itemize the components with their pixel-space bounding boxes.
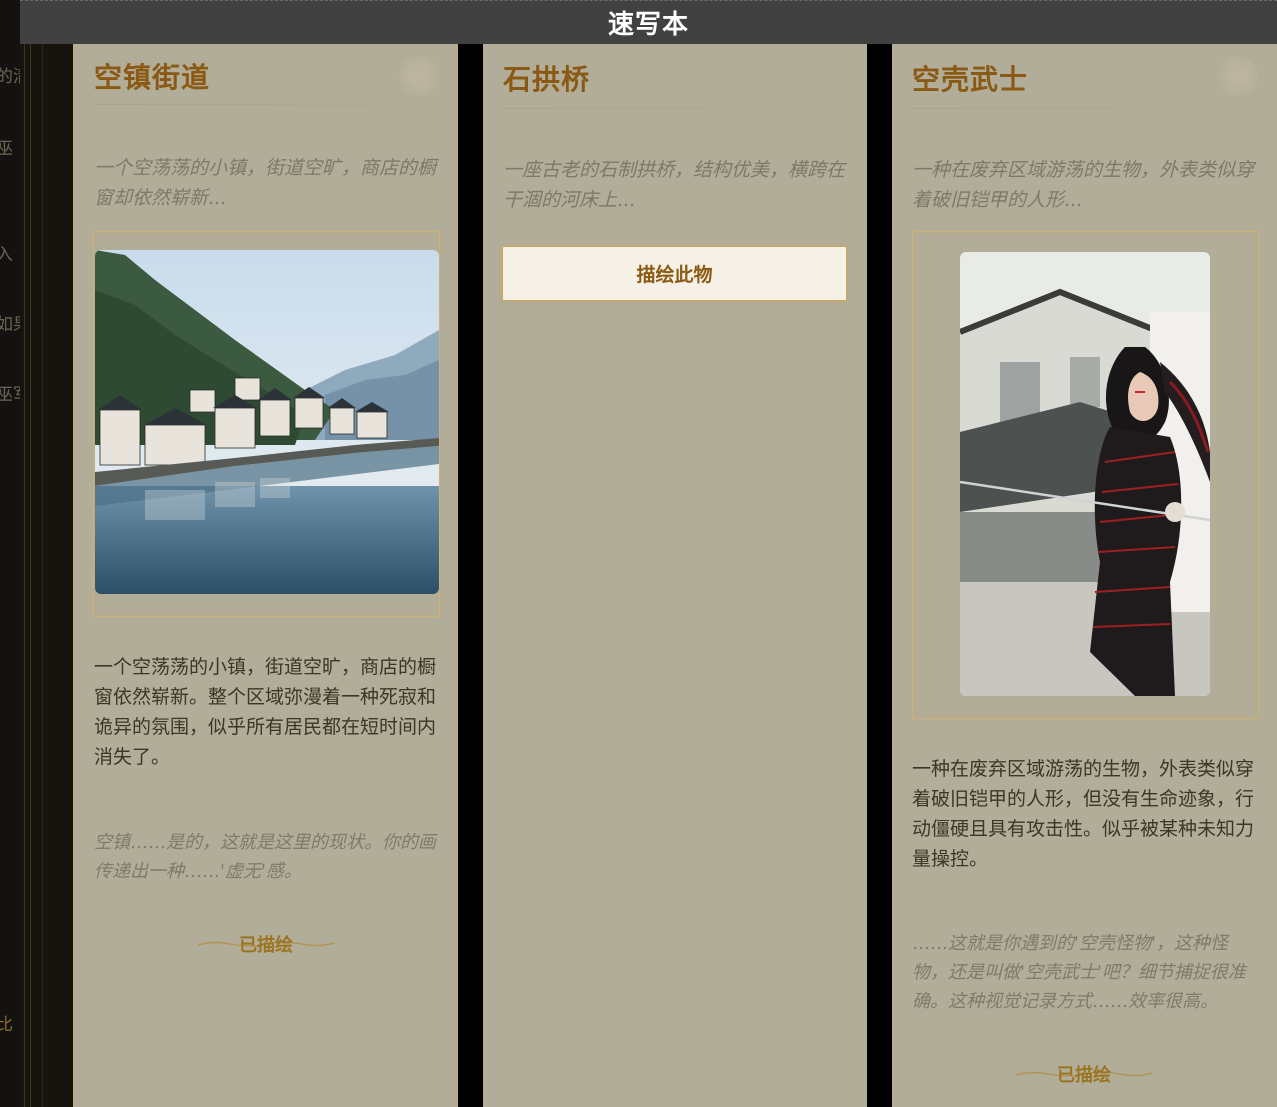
status-badge: 已描绘 — [196, 929, 336, 959]
background-text-fragment: 巫军 — [0, 385, 20, 405]
sketchbook-spine — [20, 44, 73, 1107]
title-divider — [94, 104, 437, 105]
sketch-card-hollow-warrior: 空壳武士 一种在废弃区域游荡的生物，外表类似穿着破旧铠甲的人形... 一种在废弃… — [892, 44, 1277, 1107]
card-title: 空镇街道 — [94, 61, 211, 94]
card-brief: 一种在废弃区域游荡的生物，外表类似穿着破旧铠甲的人形... — [912, 159, 1255, 211]
background-panel: 的清 巫 入 如果 巫军 比 — [0, 0, 20, 1107]
sketchbook-header: 速写本 — [20, 0, 1277, 44]
sketch-card-empty-town-street: 空镇街道 一个空荡荡的小镇，街道空旷，商店的橱窗却依然崭新... 一个空荡荡的小… — [73, 44, 458, 1107]
background-text-fragment: 入 — [0, 245, 13, 265]
sketch-card-stone-arch-bridge: 石拱桥 一座古老的石制拱桥，结构优美，横跨在干涸的河床上... 描绘此物 — [483, 44, 867, 1107]
title-divider — [503, 108, 847, 109]
background-text-fragment: 巫 — [0, 139, 13, 159]
background-text-fragment: 如果 — [0, 315, 20, 335]
sketch-image-lakeside-town — [95, 250, 439, 594]
card-title: 石拱桥 — [503, 63, 591, 96]
card-description: 一个空荡荡的小镇，街道空旷，商店的橱窗依然崭新。整个区域弥漫着一种死寂和诡异的氛… — [94, 656, 437, 768]
card-comment: ……这就是你遇到的'空壳怪物'，这种怪物，还是叫做'空壳武士'吧？细节捕捉很准确… — [912, 933, 1246, 1012]
sketch-this-button[interactable]: 描绘此物 — [502, 246, 847, 301]
sketch-frame — [93, 231, 440, 617]
card-comment: 空镇……是的，这就是这里的现状。你的画传递出一种……'虚无'感。 — [94, 832, 436, 882]
sketchbook-title: 速写本 — [607, 10, 689, 40]
status-label: 已描绘 — [239, 935, 293, 956]
card-brief: 一个空荡荡的小镇，街道空旷，商店的橱窗却依然崭新... — [94, 157, 437, 209]
card-brief: 一座古老的石制拱桥，结构优美，横跨在干涸的河床上... — [503, 159, 846, 211]
status-label: 已描绘 — [1057, 1065, 1111, 1086]
card-title: 空壳武士 — [912, 63, 1029, 96]
title-divider — [912, 108, 1257, 109]
background-text-fragment: 的清 — [0, 67, 20, 87]
sketch-image-armored-warrior — [960, 252, 1210, 696]
card-description: 一种在废弃区域游荡的生物，外表类似穿着破旧铠甲的人形，但没有生命迹象，行动僵硬且… — [912, 758, 1255, 870]
sketch-frame — [912, 231, 1259, 719]
seal-icon — [399, 56, 439, 96]
seal-icon — [1218, 56, 1258, 96]
background-text-fragment: 比 — [0, 1015, 13, 1035]
status-badge: 已描绘 — [1014, 1059, 1154, 1089]
